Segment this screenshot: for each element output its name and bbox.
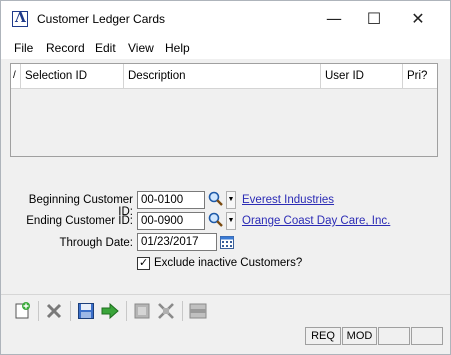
ending-customer-name-link[interactable]: Orange Coast Day Care, Inc. [242,215,390,227]
toolbar-divider [1,294,450,295]
menu-view[interactable]: View [128,41,154,55]
exclude-inactive-label: Exclude inactive Customers? [154,257,303,269]
menu-help[interactable]: Help [165,41,190,55]
customer-ledger-cards-window: Customer Ledger Cards — ☐ ✕ File Record … [0,0,451,355]
status-bar: REQ MOD [1,327,450,347]
grid-header: / Selection ID Description User ID Pri? [11,64,437,89]
maximize-button[interactable]: ☐ [351,1,397,37]
print-icon[interactable] [132,301,152,321]
layout-icon[interactable] [188,301,208,321]
checkmark-icon: ✓ [139,256,149,269]
status-cell-empty [378,327,410,345]
toolbar-separator [182,301,183,321]
toolbar-separator [126,301,127,321]
menu-edit[interactable]: Edit [95,41,116,55]
ending-customer-dropdown[interactable]: ▼ [226,212,236,230]
collapse-icon[interactable] [156,301,176,321]
menu-bar: File Record Edit View Help [1,37,450,59]
status-cell-empty [411,327,443,345]
lookup-icon[interactable] [208,191,224,207]
title-bar: Customer Ledger Cards — ☐ ✕ [1,1,450,37]
app-logo-icon [12,10,28,27]
delete-icon[interactable] [44,301,64,321]
column-header-selection-id[interactable]: Selection ID [21,64,124,88]
toolbar-separator [38,301,39,321]
calendar-icon[interactable] [219,234,235,250]
exclude-inactive-checkbox[interactable]: ✓ [137,256,150,270]
lookup-icon[interactable] [208,212,224,228]
through-date-input[interactable]: 01/23/2017 [137,233,217,251]
through-date-label: Through Date: [59,237,133,249]
column-header-pri[interactable]: Pri? [403,64,437,88]
window-title: Customer Ledger Cards [37,12,166,26]
beginning-customer-name-link[interactable]: Everest Industries [242,194,334,206]
status-mod: MOD [342,327,377,345]
status-req: REQ [305,327,341,345]
column-header-user-id[interactable]: User ID [321,64,403,88]
close-button[interactable]: ✕ [395,1,441,37]
menu-file[interactable]: File [14,41,33,55]
selection-grid[interactable]: / Selection ID Description User ID Pri? [10,63,438,157]
menu-record[interactable]: Record [46,41,85,55]
beginning-customer-dropdown[interactable]: ▼ [226,191,236,209]
beginning-customer-input[interactable]: 00-0100 [137,191,205,209]
toolbar-separator [70,301,71,321]
sort-indicator[interactable]: / [11,64,21,88]
proceed-icon[interactable] [100,301,120,321]
new-record-icon[interactable] [12,301,32,321]
ending-customer-input[interactable]: 00-0900 [137,212,205,230]
ending-customer-label: Ending Customer ID: [26,215,133,227]
column-header-description[interactable]: Description [124,64,321,88]
save-icon[interactable] [76,301,96,321]
